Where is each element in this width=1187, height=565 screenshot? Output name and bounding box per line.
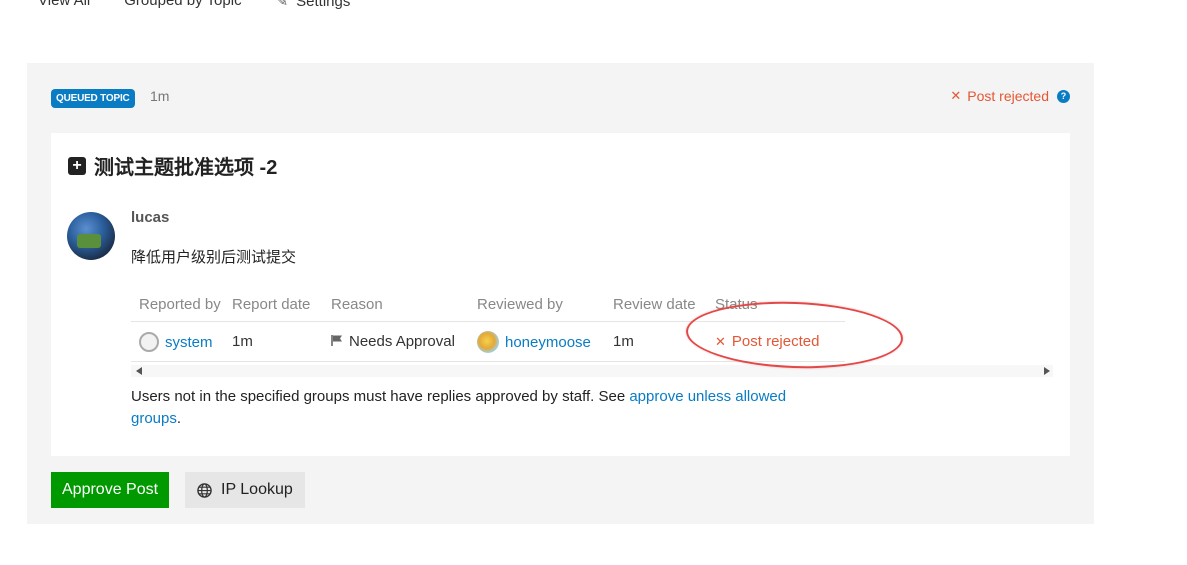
scores-table: Reported by Report date Reason Reviewed … [131, 288, 845, 362]
topic-title: + 测试主题批准选项 -2 [68, 151, 277, 180]
username[interactable]: lucas [131, 209, 169, 226]
reported-by-link[interactable]: system [165, 334, 213, 351]
note-text: Users not in the specified groups must h… [131, 388, 630, 405]
help-icon[interactable]: ? [1057, 89, 1070, 103]
cell-reported-by: system [131, 331, 232, 352]
post-body: 降低用户级别后测试提交 [131, 249, 297, 266]
header-reviewed-by: Reviewed by [477, 296, 563, 313]
header-reason: Reason [331, 296, 383, 313]
nav-settings-label: Settings [296, 0, 351, 10]
approval-note: Users not in the specified groups must h… [131, 386, 791, 430]
ip-lookup-label: IP Lookup [221, 481, 293, 498]
avatar[interactable] [67, 212, 115, 260]
status-label: Post rejected [967, 88, 1049, 104]
table-header: Reported by Report date Reason Reviewed … [131, 288, 845, 322]
approve-post-button[interactable]: Approve Post [51, 472, 170, 508]
horizontal-scrollbar[interactable] [131, 365, 1053, 377]
nav-settings[interactable]: ✎ Settings [276, 0, 351, 12]
scroll-right-icon[interactable] [1044, 367, 1050, 375]
queued-topic-badge: QUEUED TOPIC [51, 89, 135, 108]
reviewed-by-link[interactable]: honeymoose [505, 334, 591, 351]
note-suffix: . [176, 410, 182, 427]
header-report-date: Report date [232, 296, 311, 313]
cell-reason: Needs Approval [331, 333, 477, 350]
close-icon: ✕ [950, 88, 962, 103]
nav-grouped-by-topic[interactable]: Grouped by Topic [124, 0, 241, 12]
table-row: system 1m Needs Approval honeymoose 1m ✕… [131, 322, 845, 362]
nav-view-all[interactable]: View All [38, 0, 90, 12]
cell-report-date: 1m [232, 333, 253, 350]
cell-reviewed-by: honeymoose [477, 330, 613, 353]
gear-icon: ✎ [275, 0, 289, 10]
scroll-left-icon[interactable] [136, 367, 142, 375]
plus-square-icon: + [68, 156, 86, 175]
cell-review-date: 1m [613, 333, 634, 350]
item-age: 1m [150, 88, 170, 104]
header-review-date: Review date [613, 296, 696, 313]
ip-lookup-button[interactable]: IP Lookup [185, 472, 305, 508]
header-reported-by: Reported by [139, 296, 221, 313]
reason-label: Needs Approval [349, 333, 455, 350]
reviewer-avatar [477, 330, 499, 353]
cell-status: ✕ Post rejected [715, 333, 845, 350]
flag-icon [331, 335, 342, 346]
globe-icon [197, 482, 212, 498]
close-icon: ✕ [715, 334, 726, 349]
header-status: Status [715, 296, 758, 313]
reviewable-item: QUEUED TOPIC 1m ✕ Post rejected ? + 测试主题… [27, 63, 1094, 524]
topic-title-text: 测试主题批准选项 -2 [94, 157, 278, 179]
system-avatar-icon [139, 331, 159, 352]
status-indicator: ✕ Post rejected ? [950, 88, 1070, 104]
post-card: + 测试主题批准选项 -2 lucas 降低用户级别后测试提交 Reported… [51, 133, 1070, 456]
cell-status-label: Post rejected [731, 333, 820, 350]
top-nav: View All Grouped by Topic ✎ Settings [38, 0, 350, 12]
